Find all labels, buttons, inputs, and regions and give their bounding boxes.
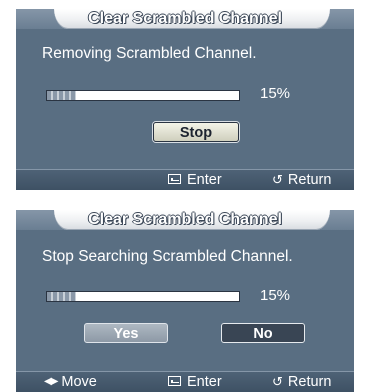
yes-button[interactable]: Yes: [84, 323, 168, 343]
dialog-title-bar: Clear Scrambled Channel: [16, 9, 354, 29]
dialog-footer: Enter ↺ Return: [16, 169, 354, 190]
enter-icon: [168, 174, 181, 185]
dialog-title-bar: Clear Scrambled Channel: [16, 210, 354, 230]
progress-bar: [46, 291, 240, 302]
dialog-title: Clear Scrambled Channel: [88, 211, 282, 228]
move-icon: ◀▶: [44, 376, 58, 388]
progress-fill: [47, 91, 76, 100]
footer-move-hint: ◀▶ Move: [44, 372, 97, 392]
dialog-message: Stop Searching Scrambled Channel.: [42, 248, 293, 265]
footer-move-label: Move: [61, 374, 97, 390]
progress-percent: 15%: [260, 287, 291, 304]
progress-fill: [47, 292, 76, 301]
progress-bar: [46, 90, 240, 101]
footer-enter-hint: Enter: [168, 372, 222, 392]
clear-scrambled-dialog-confirm-stop: Clear Scrambled Channel Stop Searching S…: [16, 210, 354, 392]
footer-return-hint: ↺ Return: [272, 170, 331, 190]
no-button[interactable]: No: [221, 323, 305, 343]
stop-button[interactable]: Stop: [153, 122, 239, 142]
clear-scrambled-dialog-removing: Clear Scrambled Channel Removing Scrambl…: [16, 9, 354, 190]
footer-return-label: Return: [287, 374, 332, 390]
footer-enter-hint: Enter: [168, 170, 222, 190]
dialog-footer: ◀▶ Move Enter ↺ Return: [16, 371, 354, 392]
progress-percent: 15%: [260, 85, 291, 102]
enter-icon: [168, 376, 181, 387]
return-icon: ↺: [272, 172, 283, 188]
dialog-title: Clear Scrambled Channel: [88, 10, 282, 27]
footer-return-hint: ↺ Return: [272, 372, 331, 392]
footer-enter-label: Enter: [187, 374, 222, 390]
footer-return-label: Return: [287, 172, 332, 188]
dialog-message: Removing Scrambled Channel.: [42, 45, 257, 62]
footer-enter-label: Enter: [187, 172, 222, 188]
return-icon: ↺: [272, 374, 283, 390]
